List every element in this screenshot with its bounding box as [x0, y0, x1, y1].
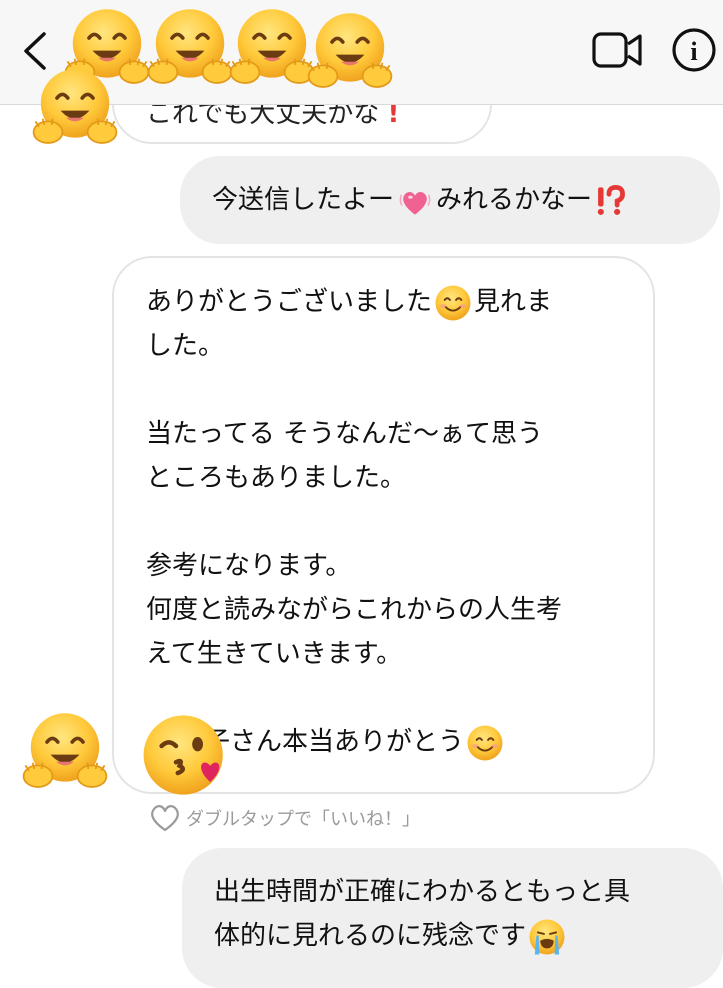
hugging-face-sticker: [145, 2, 235, 92]
smiling-face-emoji: [466, 724, 504, 762]
message-line: 体的に見れるのに残念です: [214, 914, 703, 958]
hugging-face-sticker: [227, 2, 317, 92]
face-blowing-kiss-sticker: [140, 710, 230, 800]
message-line: 出生時間が正確にわかるともっと具: [214, 877, 631, 907]
video-camera-icon: [592, 32, 642, 68]
like-hint-label: ダブルタップで「いいね！」: [186, 809, 420, 830]
info-icon: i: [672, 28, 716, 72]
hugging-face-sticker: [20, 706, 110, 796]
smiling-face-emoji: [434, 284, 472, 322]
message-line: えて生きていきます。: [146, 639, 403, 669]
message-text: 体的に見れるのに残念です: [214, 921, 527, 951]
video-call-button[interactable]: [590, 28, 644, 72]
info-button[interactable]: i: [670, 26, 718, 74]
exclamation-question-emoji: [594, 182, 628, 220]
message-line: 何度と読みながらこれからの人生考: [146, 595, 563, 625]
message-line: 参考になります。: [146, 551, 352, 581]
sent-message[interactable]: 今送信したよー みれるかなー: [180, 156, 720, 244]
message-line: ところもありました。: [146, 463, 407, 493]
growing-heart-emoji: [396, 182, 434, 220]
message-line: した。: [146, 331, 225, 361]
message-text: 子さん本当ありがとう: [204, 727, 465, 757]
double-tap-like-hint[interactable]: ダブルタップで「いいね！」: [148, 800, 420, 836]
message-line: ありがとうございました 見れま: [146, 280, 633, 324]
info-glyph: i: [690, 37, 697, 66]
loudly-crying-face-emoji: [528, 918, 566, 956]
message-text: ありがとうございました: [146, 287, 433, 317]
message-text: 今送信したよー: [212, 185, 395, 215]
message-text: みれるかなー: [436, 185, 593, 215]
hugging-face-sticker: [30, 62, 120, 152]
sent-message[interactable]: 出生時間が正確にわかるともっと具 体的に見れるのに残念です: [182, 848, 723, 988]
message-line: 当たってる そうなんだ〜ぁて思う: [146, 419, 543, 449]
message-text: 見れま: [474, 287, 553, 317]
hugging-face-sticker: [305, 6, 395, 96]
heart-outline-icon: [151, 805, 179, 832]
